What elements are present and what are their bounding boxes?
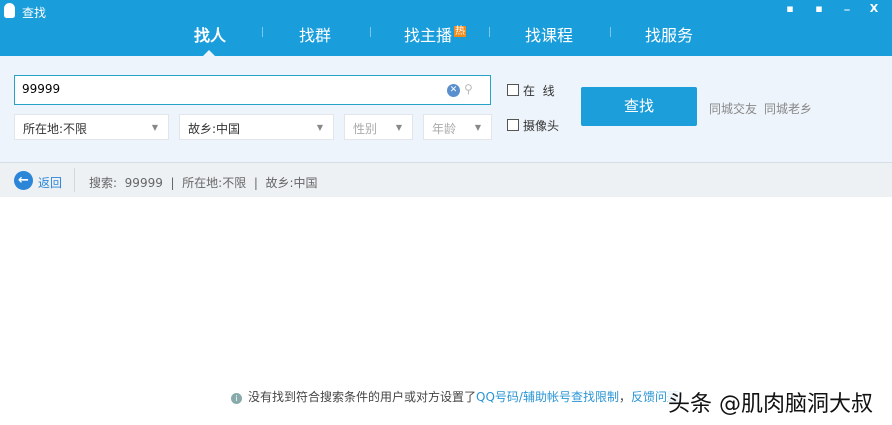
window-title: 查找 — [22, 6, 47, 20]
chevron-down-icon: ▼ — [316, 123, 323, 132]
tab-label: 找主播 — [404, 26, 453, 45]
tab-find-services[interactable]: 找服务 — [645, 22, 693, 46]
tab-find-streamers[interactable]: 找主播热 — [404, 22, 467, 46]
tab-divider — [489, 27, 490, 37]
dropdown-value: 故乡:中国 — [188, 122, 241, 136]
lock-icon[interactable]: ▪ — [812, 2, 826, 15]
divider — [74, 168, 75, 192]
dropdown-value: 所在地:不限 — [23, 122, 88, 136]
tab-divider — [610, 27, 611, 37]
chevron-down-icon: ▼ — [151, 123, 158, 132]
gender-dropdown[interactable]: 性别 ▼ — [344, 114, 413, 140]
back-button[interactable]: 返回 — [38, 174, 62, 191]
tab-divider — [262, 27, 263, 37]
message-text: 没有找到符合搜索条件的用户或对方设置了 — [248, 390, 477, 404]
no-result-message: i 没有找到符合搜索条件的用户或对方设置了QQ号码/辅助帐号查找限制，反馈问题 — [231, 388, 679, 405]
hot-badge: 热 — [454, 26, 467, 37]
same-city-friends-link[interactable]: 同城交友 — [709, 100, 757, 117]
info-icon: i — [231, 393, 242, 404]
breadcrumb: 搜索: 99999 | 所在地:不限 | 故乡:中国 — [89, 176, 318, 190]
tab-divider — [370, 27, 371, 37]
hometown-dropdown[interactable]: 故乡:中国 ▼ — [179, 114, 334, 140]
chevron-down-icon: ▼ — [395, 123, 402, 132]
tab-find-people[interactable]: 找人 — [194, 22, 226, 46]
find-button[interactable]: 查找 — [581, 87, 697, 126]
same-city-hometown-link[interactable]: 同城老乡 — [764, 100, 812, 117]
minimize-button[interactable]: _ — [840, 0, 854, 11]
tab-find-groups[interactable]: 找群 — [299, 22, 331, 46]
comma: ， — [618, 390, 631, 404]
camera-checkbox[interactable] — [507, 119, 519, 131]
clear-icon[interactable]: ✕ — [447, 84, 460, 97]
chevron-down-icon: ▼ — [474, 123, 481, 132]
location-pin-icon[interactable]: ⚲ — [464, 82, 473, 96]
search-panel — [0, 56, 892, 163]
dropdown-value: 年龄 — [432, 122, 457, 136]
qq-penguin-icon — [4, 3, 15, 18]
online-checkbox[interactable] — [507, 84, 519, 96]
tab-find-courses[interactable]: 找课程 — [525, 22, 573, 46]
dropdown-value: 性别 — [353, 122, 378, 136]
search-input[interactable] — [22, 82, 442, 96]
online-label: 在 线 — [523, 84, 555, 98]
camera-label: 摄像头 — [523, 119, 560, 133]
age-dropdown[interactable]: 年龄 ▼ — [423, 114, 492, 140]
close-button[interactable]: X — [867, 2, 881, 15]
location-dropdown[interactable]: 所在地:不限 ▼ — [14, 114, 169, 140]
watermark: 头条 @肌肉脑洞大叔 — [668, 386, 873, 418]
feedback-icon[interactable]: ▪ — [783, 2, 797, 15]
search-field[interactable]: ✕ ⚲ — [14, 75, 491, 105]
back-arrow-icon[interactable]: ← — [14, 171, 33, 190]
search-restriction-link[interactable]: QQ号码/辅助帐号查找限制 — [476, 390, 619, 404]
